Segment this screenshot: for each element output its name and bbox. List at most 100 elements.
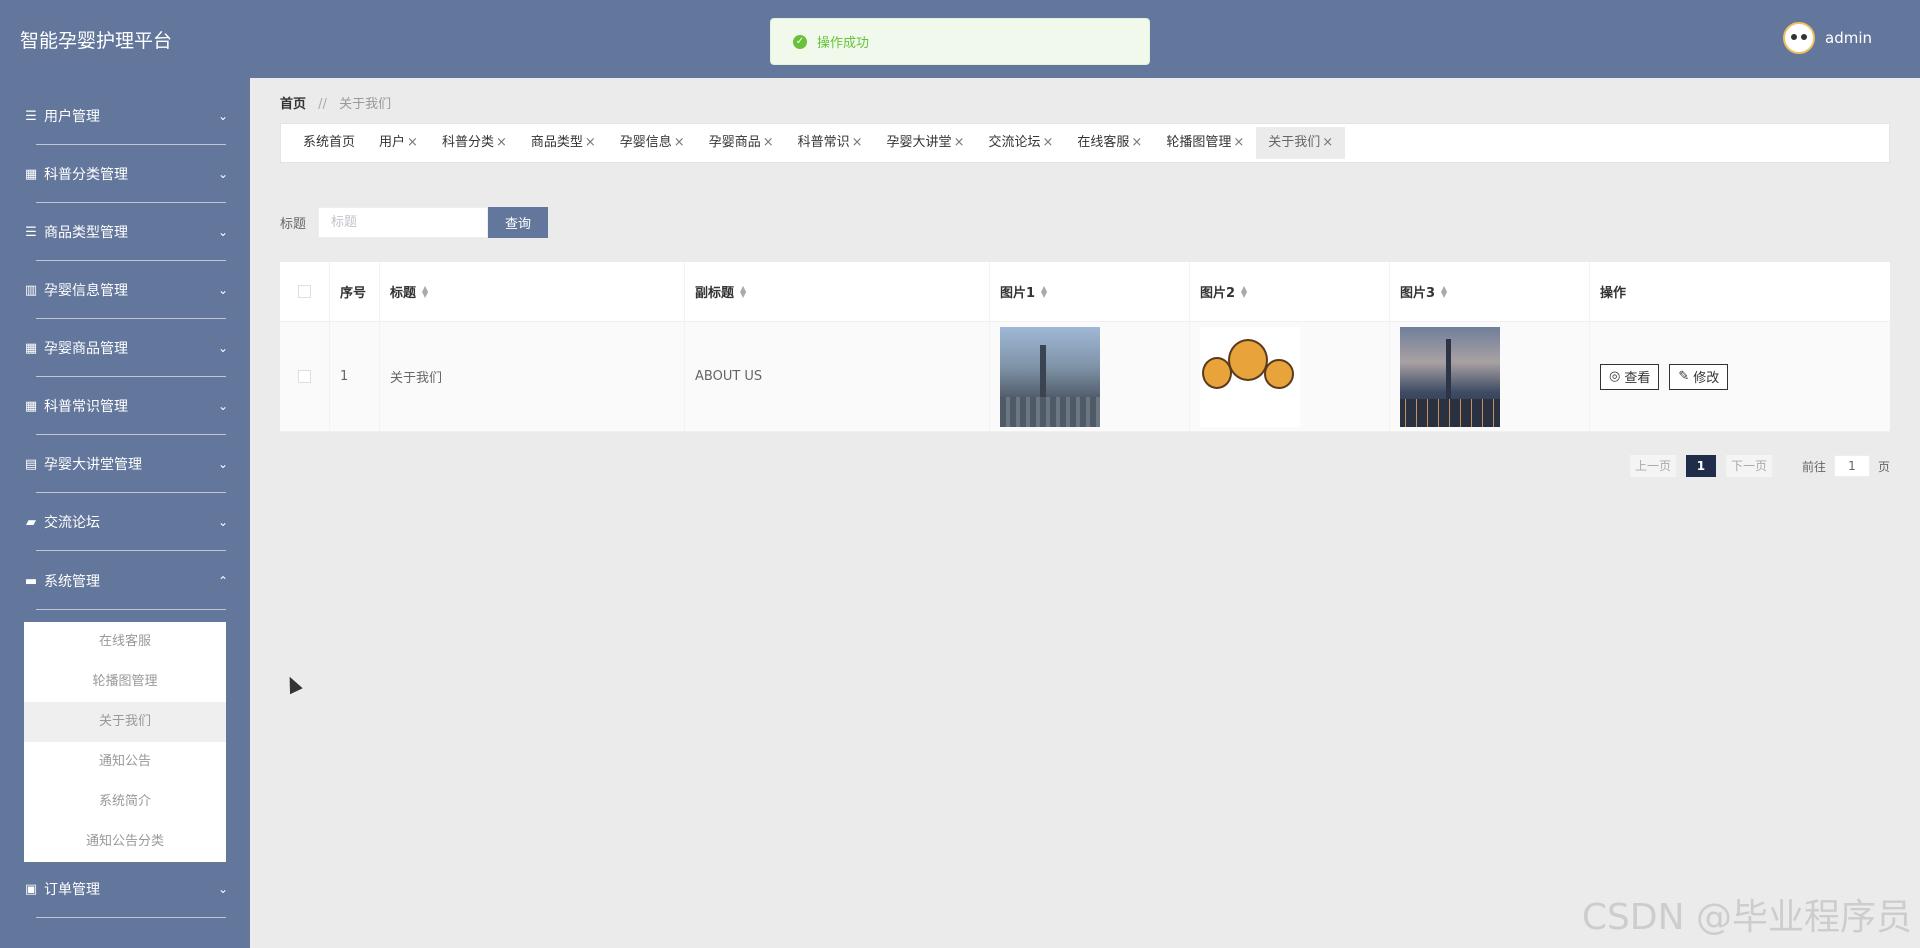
sidebar-item-label: 孕婴大讲堂管理: [44, 457, 142, 473]
tab-home[interactable]: 系统首页: [291, 127, 367, 159]
cartoon-bears-image[interactable]: [1200, 326, 1300, 427]
select-all-checkbox[interactable]: [298, 285, 311, 298]
close-icon[interactable]: ×: [852, 135, 863, 150]
tab-user[interactable]: 用户 ×: [367, 127, 430, 159]
close-icon[interactable]: ×: [496, 135, 507, 150]
header-label: 序号: [340, 286, 367, 301]
grid-icon: ▦: [24, 166, 38, 182]
submenu-item-about-us[interactable]: 关于我们: [24, 702, 226, 742]
tab-science-category[interactable]: 科普分类 ×: [430, 127, 519, 159]
sidebar-item-label: 科普常识管理: [44, 399, 128, 415]
header-image2[interactable]: 图片2 ▲ ▼: [1190, 262, 1390, 321]
close-icon[interactable]: ×: [1322, 135, 1333, 150]
sidebar-item-forum[interactable]: ▰ 交流论坛 ⌄: [0, 493, 250, 551]
search-input[interactable]: [318, 207, 488, 238]
tab-label: 科普分类: [441, 135, 494, 150]
sidebar-item-product-type[interactable]: ☰ 商品类型管理 ⌄: [0, 203, 250, 261]
sidebar-item-lecture-hall[interactable]: ▤ 孕婴大讲堂管理 ⌄: [0, 435, 250, 493]
tab-product-type[interactable]: 商品类型 ×: [519, 127, 608, 159]
tab-forum[interactable]: 交流论坛 ×: [976, 127, 1065, 159]
tab-lecture-hall[interactable]: 孕婴大讲堂 ×: [875, 127, 977, 159]
sort-icon[interactable]: ▲ ▼: [740, 284, 746, 298]
tab-carousel[interactable]: 轮播图管理 ×: [1154, 127, 1256, 159]
tab-label: 关于我们: [1268, 135, 1321, 150]
sidebar-item-system-management[interactable]: ▬ 系统管理 ⌃: [0, 552, 250, 610]
sort-icon[interactable]: ▲ ▼: [1241, 284, 1247, 298]
city-dusk-image[interactable]: [1400, 326, 1500, 427]
close-icon[interactable]: ×: [407, 135, 418, 150]
close-icon[interactable]: ×: [585, 135, 596, 150]
header-subtitle[interactable]: 副标题 ▲ ▼: [685, 262, 990, 321]
sidebar-item-order-management[interactable]: ▣ 订单管理 ⌄: [0, 860, 250, 918]
header-index: 序号: [330, 262, 380, 321]
close-icon[interactable]: ×: [1131, 135, 1142, 150]
tab-online-service[interactable]: 在线客服 ×: [1065, 127, 1154, 159]
header-checkbox-cell: [280, 262, 330, 321]
header-image1[interactable]: 图片1 ▲ ▼: [990, 262, 1190, 321]
sort-icon[interactable]: ▲ ▼: [422, 284, 428, 298]
success-toast: ✓ 操作成功: [770, 18, 1150, 65]
header-label: 图片2: [1200, 286, 1236, 301]
sidebar-item-science-category[interactable]: ▦ 科普分类管理 ⌄: [0, 145, 250, 203]
submenu-item-carousel[interactable]: 轮播图管理: [24, 662, 226, 702]
chevron-down-icon: ⌄: [217, 882, 228, 896]
tab-about-us[interactable]: 关于我们 ×: [1256, 127, 1346, 159]
app-title: 智能孕婴护理平台: [20, 30, 173, 52]
username[interactable]: admin: [1825, 29, 1872, 47]
close-icon[interactable]: ×: [1042, 135, 1053, 150]
user-menu[interactable]: admin: [1783, 22, 1872, 54]
submenu-item-system-intro[interactable]: 系统简介: [24, 782, 226, 822]
cell-subtitle: ABOUT US: [685, 322, 990, 431]
sidebar-item-science-knowledge[interactable]: ▦ 科普常识管理 ⌄: [0, 377, 250, 435]
header-title[interactable]: 标题 ▲ ▼: [380, 262, 685, 321]
cell-image1: [990, 322, 1190, 431]
submenu-item-notice[interactable]: 通知公告: [24, 742, 226, 782]
toast-message: 操作成功: [817, 36, 870, 51]
submenu-item-notice-category[interactable]: 通知公告分类: [24, 822, 226, 862]
chevron-down-icon: ⌄: [217, 515, 228, 529]
close-icon[interactable]: ×: [954, 135, 965, 150]
sidebar-item-label: 交流论坛: [44, 515, 100, 531]
row-checkbox[interactable]: [298, 370, 311, 383]
close-icon[interactable]: ×: [1233, 135, 1244, 150]
tab-baby-products[interactable]: 孕婴商品 ×: [697, 127, 786, 159]
goto-label: 前往: [1801, 459, 1826, 474]
sort-icon[interactable]: ▲ ▼: [1441, 284, 1447, 298]
sidebar-item-label: 商品类型管理: [44, 225, 128, 241]
table-row: 1 关于我们 ABOUT US ◎ 查看 ✎ 修改: [280, 322, 1890, 432]
search-label: 标题: [280, 217, 307, 232]
breadcrumb-home[interactable]: 首页: [280, 97, 306, 112]
submenu-item-online-service[interactable]: 在线客服: [24, 622, 226, 662]
next-page-button[interactable]: 下一页: [1725, 455, 1772, 477]
edit-button[interactable]: ✎ 修改: [1669, 363, 1729, 390]
tab-science-knowledge[interactable]: 科普常识 ×: [786, 127, 875, 159]
tab-baby-info[interactable]: 孕婴信息 ×: [608, 127, 697, 159]
avatar[interactable]: [1783, 22, 1815, 54]
sidebar-item-baby-products[interactable]: ▦ 孕婴商品管理 ⌄: [0, 319, 250, 377]
sidebar-item-user-management[interactable]: ☰ 用户管理 ⌄: [0, 87, 250, 145]
page-number-current[interactable]: 1: [1685, 455, 1716, 477]
city-skyline-image[interactable]: [1000, 326, 1100, 427]
check-circle-icon: ✓: [793, 34, 807, 49]
tab-label: 系统首页: [303, 135, 356, 150]
sidebar-item-baby-info[interactable]: ▥ 孕婴信息管理 ⌄: [0, 261, 250, 319]
sort-icon[interactable]: ▲ ▼: [1041, 284, 1047, 298]
row-checkbox-cell: [280, 322, 330, 431]
close-icon[interactable]: ×: [763, 135, 774, 150]
chevron-down-icon: ⌄: [217, 457, 228, 471]
cell-image3: [1390, 322, 1590, 431]
prev-page-button[interactable]: 上一页: [1629, 455, 1676, 477]
sidebar-item-label: 订单管理: [44, 882, 100, 898]
tab-label: 用户: [379, 135, 406, 150]
tab-label: 在线客服: [1077, 135, 1130, 150]
forum-icon: ▰: [26, 514, 36, 530]
page-unit-label: 页: [1877, 459, 1890, 474]
search-button[interactable]: 查询: [488, 207, 548, 238]
briefcase-icon: ▬: [24, 573, 38, 589]
close-icon[interactable]: ×: [674, 135, 685, 150]
header-label: 操作: [1600, 286, 1627, 301]
goto-page-input[interactable]: 1: [1833, 455, 1870, 477]
header-image3[interactable]: 图片3 ▲ ▼: [1390, 262, 1590, 321]
view-button[interactable]: ◎ 查看: [1600, 363, 1660, 390]
breadcrumb-current: 关于我们: [339, 97, 392, 112]
